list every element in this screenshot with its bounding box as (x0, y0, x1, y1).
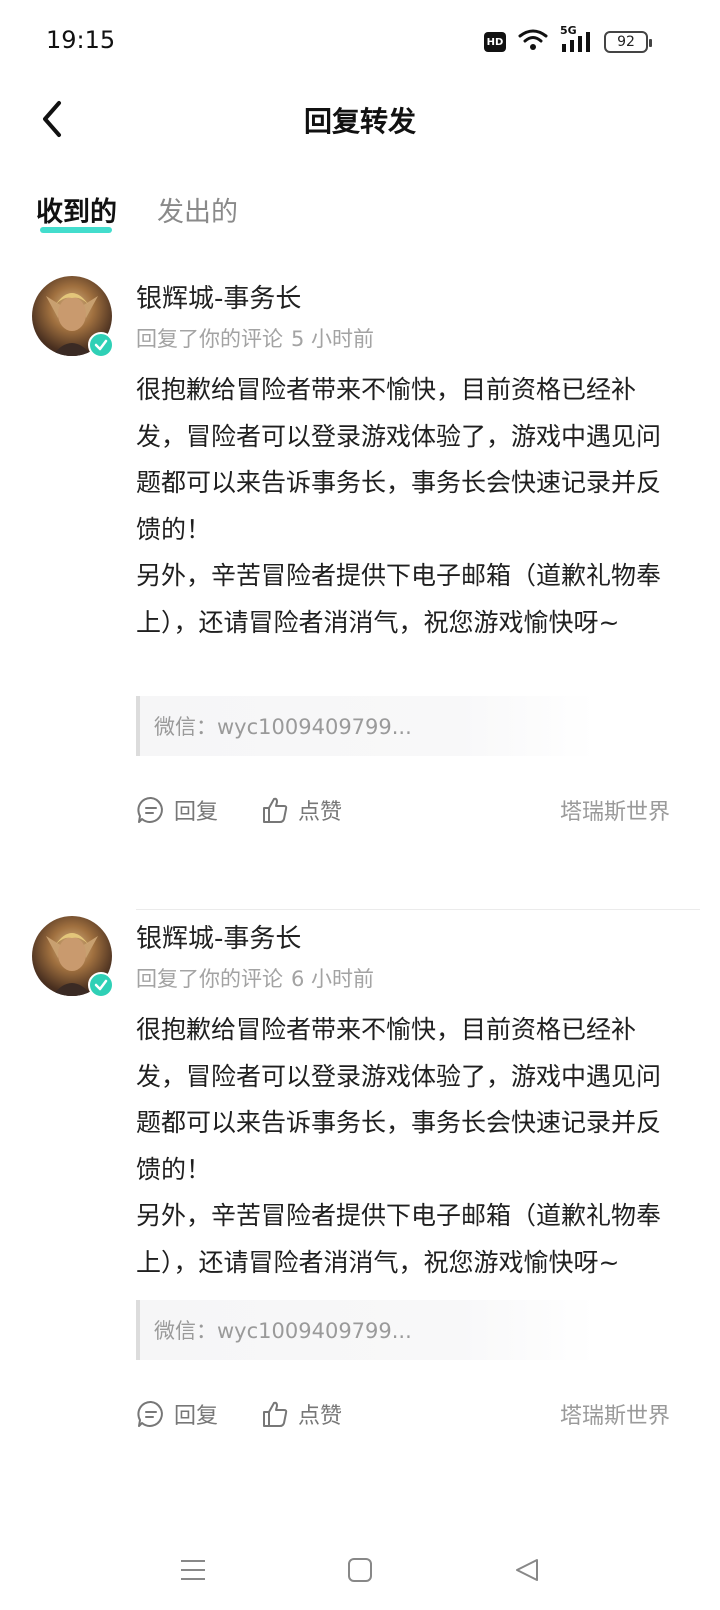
wifi-icon (518, 28, 548, 56)
page-title: 回复转发 (303, 105, 416, 138)
action-text: 回复了你的评论 (136, 327, 283, 351)
verified-badge-icon (88, 972, 114, 998)
signal-icon: 5G (560, 24, 592, 54)
action-text: 回复了你的评论 (136, 967, 283, 991)
reply-button[interactable]: 回复 (136, 794, 218, 826)
menu-icon[interactable] (173, 1550, 213, 1590)
timestamp: 5 小时前 (291, 327, 375, 351)
reply-list: 银辉城-事务长 回复了你的评论 5 小时前 很抱歉给冒险者带来不愉快，目前资格已经… (0, 270, 720, 1510)
tab-bar: 收到的 发出的 (36, 190, 238, 233)
card-body: 银辉城-事务长 回复了你的评论 5 小时前 很抱歉给冒险者带来不愉快，目前资格已经… (136, 270, 720, 840)
comment-icon (137, 796, 163, 823)
hd-icon: HD (484, 32, 506, 52)
action-row: 回复 点赞 塔瑞斯世界 (136, 1384, 670, 1444)
reply-card[interactable]: 银辉城-事务长 回复了你的评论 6 小时前 很抱歉给冒险者带来不愉快，目前资格已经… (0, 910, 720, 1510)
tab-sent[interactable]: 发出的 (157, 190, 238, 229)
comment-icon (137, 1400, 163, 1427)
quoted-comment[interactable]: 微信：wyc1009409799... (136, 1300, 596, 1360)
reply-meta: 回复了你的评论 6 小时前 (136, 963, 670, 993)
like-button[interactable]: 点赞 (260, 794, 342, 826)
avatar[interactable] (32, 276, 114, 358)
back-triangle-icon[interactable] (507, 1550, 547, 1590)
reply-label: 回复 (174, 800, 219, 825)
author-name[interactable]: 银辉城-事务长 (136, 270, 670, 315)
home-icon[interactable] (340, 1550, 380, 1590)
reply-meta: 回复了你的评论 5 小时前 (136, 323, 670, 353)
tab-received[interactable]: 收到的 (36, 190, 117, 233)
nav-bar: 回复转发 (0, 84, 720, 154)
timestamp: 6 小时前 (291, 967, 375, 991)
action-row: 回复 点赞 塔瑞斯世界 (136, 780, 670, 840)
reply-content: 很抱歉给冒险者带来不愉快，目前资格已经补发，冒险者可以登录游戏体验了，游戏中遇见… (136, 1015, 662, 1277)
source-game[interactable]: 塔瑞斯世界 (560, 794, 670, 826)
like-button[interactable]: 点赞 (260, 1398, 342, 1430)
tab-label: 收到的 (36, 197, 117, 228)
verified-badge-icon (88, 332, 114, 358)
reply-button[interactable]: 回复 (136, 1398, 218, 1430)
status-icons: HD 5G 92 (484, 24, 652, 56)
reply-label: 回复 (174, 1404, 219, 1429)
avatar[interactable] (32, 916, 114, 998)
status-time: 19:15 (46, 26, 116, 54)
status-bar: 19:15 HD 5G 92 (0, 0, 720, 84)
battery-level: 92 (617, 34, 635, 50)
thumbs-up-icon (263, 1401, 288, 1427)
system-nav-bar (0, 1530, 720, 1610)
tab-label: 发出的 (157, 197, 238, 228)
thumbs-up-icon (263, 797, 288, 823)
reply-content: 很抱歉给冒险者带来不愉快，目前资格已经补发，冒险者可以登录游戏体验了，游戏中遇见… (136, 375, 662, 637)
quoted-comment[interactable]: 微信：wyc1009409799... (136, 696, 596, 756)
source-game[interactable]: 塔瑞斯世界 (560, 1398, 670, 1430)
card-body: 银辉城-事务长 回复了你的评论 6 小时前 很抱歉给冒险者带来不愉快，目前资格已经… (136, 910, 720, 1444)
battery-icon: 92 (604, 31, 652, 53)
like-label: 点赞 (298, 1404, 343, 1429)
reply-card[interactable]: 银辉城-事务长 回复了你的评论 5 小时前 很抱歉给冒险者带来不愉快，目前资格已经… (0, 270, 720, 910)
network-type: 5G (560, 24, 577, 37)
like-label: 点赞 (298, 800, 343, 825)
author-name[interactable]: 银辉城-事务长 (136, 910, 670, 955)
